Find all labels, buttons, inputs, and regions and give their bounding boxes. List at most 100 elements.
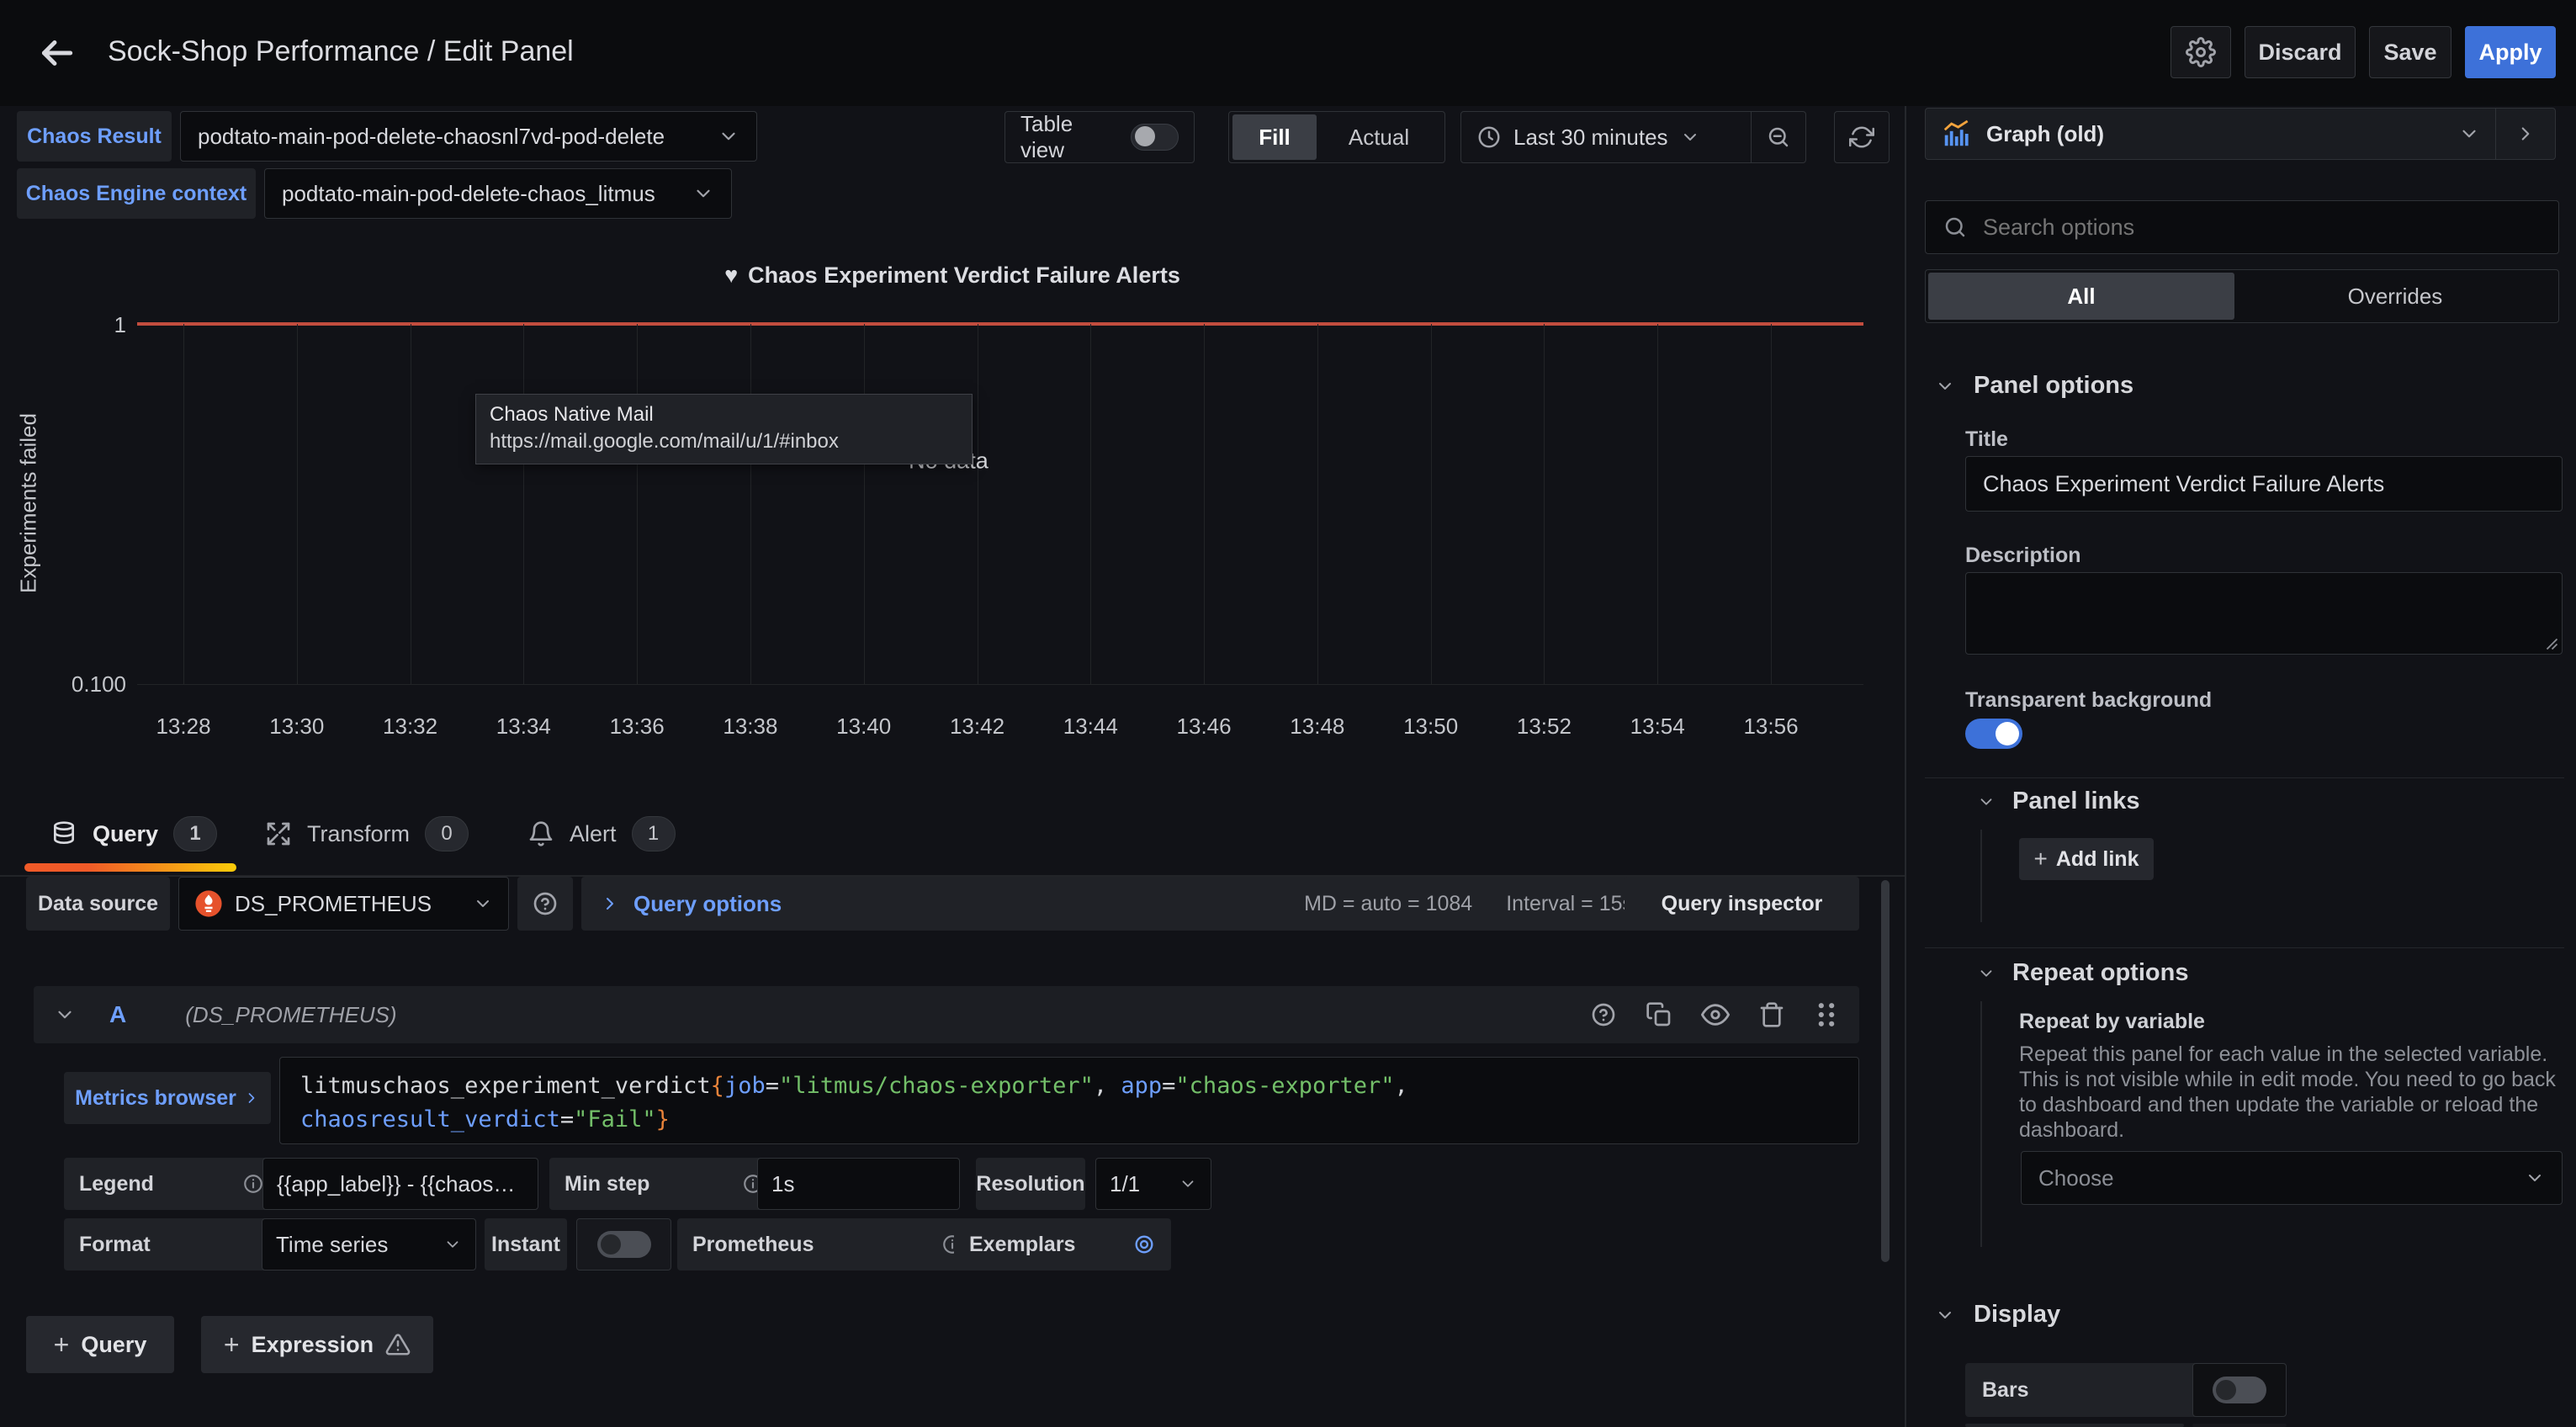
exemplars-option[interactable]: Exemplars [954,1218,1171,1271]
section-divider [1925,947,2564,948]
format-label: Format [64,1218,278,1271]
table-view-toggle-group[interactable]: Table view [1004,111,1195,163]
format-select[interactable]: Time series [262,1218,476,1271]
tab-all[interactable]: All [1928,273,2234,320]
query-row-header[interactable]: A (DS_PROMETHEUS) [34,986,1859,1043]
warning-icon [385,1332,411,1357]
query-options-bar[interactable]: Query options MD = auto = 1084 Interval … [581,877,1651,931]
query-help-icon[interactable] [1590,1001,1617,1028]
section-guide-line [1980,830,1982,922]
variable-label-chaos-result: Chaos Result [17,111,172,162]
instant-toggle[interactable] [597,1231,651,1258]
toggle-visibility-icon[interactable] [1701,1000,1730,1029]
min-step-input[interactable]: 1s [757,1158,960,1210]
add-expression-button[interactable]: + Expression [201,1316,433,1373]
tab-transform[interactable]: Transform 0 [265,796,469,872]
data-source-help-button[interactable] [517,877,573,931]
tab-overrides[interactable]: Overrides [2234,284,2556,310]
visualization-picker[interactable]: Graph (old) [1925,108,2556,160]
panel-links-section-header[interactable]: Panel links [1977,788,2140,815]
time-range-group: Last 30 minutes [1460,111,1806,163]
transparent-background-toggle[interactable] [1965,719,2022,749]
panel-title-input[interactable] [1981,470,2547,498]
back-button[interactable] [35,32,77,74]
delete-query-icon[interactable] [1758,1001,1785,1028]
refresh-button[interactable] [1834,111,1890,163]
apply-button[interactable]: Apply [2465,26,2556,78]
tab-query[interactable]: Query 1 [50,796,217,872]
y-axis-label: Experiments failed [16,413,42,593]
resolution-select[interactable]: 1/1 [1095,1158,1211,1210]
x-axis-tick: 13:52 [1517,714,1572,740]
repeat-options-section-header[interactable]: Repeat options [1977,959,2188,987]
search-options-input[interactable] [1925,200,2559,254]
repeat-by-variable-label: Repeat by variable [2019,1010,2205,1034]
actual-segment[interactable]: Actual [1317,125,1441,151]
x-axis-tick: 13:44 [1063,714,1118,740]
clock-icon [1476,125,1502,150]
grid-line [1657,324,1658,684]
bars-toggle-box[interactable] [2192,1363,2287,1417]
grid-line [297,324,298,684]
query-inspector-button[interactable]: Query inspector [1625,877,1859,931]
panel-settings-button[interactable] [2171,26,2231,78]
duplicate-query-icon[interactable] [1646,1001,1672,1028]
grid-line [864,324,865,684]
tab-alert[interactable]: Alert 1 [527,796,676,872]
fill-segment[interactable]: Fill [1232,114,1317,160]
panel-description-input[interactable] [1966,571,2562,655]
chevron-down-icon [443,1235,462,1254]
panel-title-inputbox[interactable] [1965,456,2563,512]
discard-button[interactable]: Discard [2245,26,2356,78]
grid-line [1317,324,1318,684]
search-options-field[interactable] [1981,214,2542,241]
panel-description-box[interactable] [1965,572,2563,655]
prometheus-type-label: Prometheus [677,1218,978,1271]
panel-link-tooltip[interactable]: Chaos Native Mail https://mail.google.co… [475,394,973,464]
grid-lines [183,324,1771,684]
bars-toggle[interactable] [2213,1377,2266,1403]
repeat-by-variable-description: Repeat this panel for each value in the … [2019,1042,2564,1143]
data-source-picker[interactable]: DS_PROMETHEUS [178,877,509,931]
promql-editor[interactable]: litmuschaos_experiment_verdict{job="litm… [279,1057,1859,1144]
chevron-down-icon [1179,1175,1197,1193]
chevron-down-icon [1680,127,1700,147]
legend-label: Legend [64,1158,279,1210]
instant-toggle-box[interactable] [576,1218,671,1271]
panel-options-section-header[interactable]: Panel options [1935,372,2133,400]
chevron-down-icon [2458,123,2480,145]
table-view-toggle[interactable] [1131,124,1179,151]
variable-value-chaos-result[interactable]: podtato-main-pod-delete-chaosnl7vd-pod-d… [180,111,757,162]
fill-actual-segmented: Fill Actual [1228,111,1445,163]
add-query-button[interactable]: + Query [26,1316,174,1373]
chevron-down-icon [692,183,714,204]
transform-icon [265,820,292,847]
viz-suggestions-button[interactable] [2496,109,2555,159]
display-section-header[interactable]: Display [1935,1301,2060,1329]
repeat-variable-select[interactable]: Choose [2021,1151,2563,1205]
chart-plot-area[interactable]: No data [137,324,1863,685]
options-tabs: All Overrides [1925,269,2559,323]
add-link-button[interactable]: + Add link [2019,838,2154,880]
resize-handle-icon[interactable] [2543,635,2558,650]
zoom-out-button[interactable] [1752,112,1805,162]
drag-handle-icon[interactable] [1814,1000,1839,1029]
time-range-picker[interactable]: Last 30 minutes [1461,112,1751,162]
y-axis-tick-bottom: 0.100 [50,671,126,698]
header-bar: Sock-Shop Performance / Edit Panel Disca… [0,0,2576,106]
plus-icon: + [224,1329,240,1361]
metrics-browser-button[interactable]: Metrics browser [64,1072,271,1124]
x-axis-tick: 13:40 [836,714,891,740]
variable-value-chaos-engine-context[interactable]: podtato-main-pod-delete-chaos_litmus [264,168,732,219]
tooltip-url[interactable]: https://mail.google.com/mail/u/1/#inbox [490,428,958,455]
save-button[interactable]: Save [2369,26,2451,78]
legend-format-input[interactable]: {{app_label}} - {{chaos… [262,1158,538,1210]
x-axis: 13:2813:3013:3213:3413:3613:3813:4013:42… [183,714,1771,742]
query-pane-scrollbar[interactable] [1881,880,1890,1262]
bell-icon [527,820,554,847]
plus-icon: + [54,1329,70,1361]
query-ref-datasource: (DS_PROMETHEUS) [185,1002,396,1028]
x-axis-tick: 13:32 [383,714,437,740]
chevron-right-icon [600,894,620,914]
chevron-down-icon [473,894,493,914]
